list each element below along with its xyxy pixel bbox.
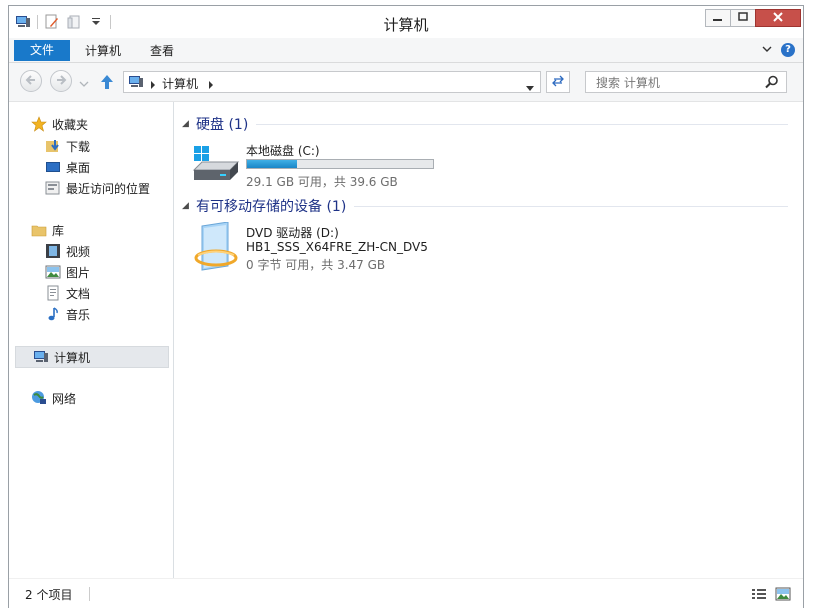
nav-libraries[interactable]: 库: [31, 220, 64, 240]
navigation-bar: 计算机: [9, 63, 803, 102]
drive-name: 本地磁盘 (C:): [246, 144, 320, 158]
window-title: 计算机: [383, 16, 429, 34]
drive-name: DVD 驱动器 (D:): [246, 226, 339, 240]
drive-detail: 29.1 GB 可用，共 39.6 GB: [246, 175, 398, 189]
tab-file[interactable]: 文件: [14, 40, 70, 61]
nav-item-label: 图片: [66, 265, 91, 280]
nav-item-documents[interactable]: 文档: [45, 283, 90, 303]
title-bar: 计算机: [9, 6, 803, 38]
expand-ribbon-icon[interactable]: [761, 43, 773, 57]
drive-item-d[interactable]: DVD 驱动器 (D:) HB1_SSS_X64FRE_ZH-CN_DV5 0 …: [192, 221, 452, 274]
recent-locations-icon[interactable]: [79, 77, 89, 91]
recent-places-icon: [45, 180, 61, 196]
nav-favorites[interactable]: 收藏夹: [31, 114, 88, 134]
search-box: [585, 71, 787, 93]
tab-computer[interactable]: 计算机: [75, 41, 131, 61]
network-icon: [31, 390, 47, 406]
address-dropdown-icon[interactable]: [526, 80, 534, 94]
address-bar[interactable]: 计算机: [123, 71, 541, 93]
dvd-drive-icon: [194, 221, 240, 279]
help-icon[interactable]: ?: [781, 43, 795, 57]
forward-button[interactable]: [50, 70, 72, 92]
group-header-removable-devices[interactable]: ◢ 有可移动存储的设备 (1): [182, 196, 788, 216]
navigation-pane: 收藏夹 下载 桌面 最近访问的位置 库 视频 图片 文档 音乐 计算机 网络: [9, 102, 174, 578]
window-controls: [705, 9, 801, 27]
up-arrow-icon[interactable]: [99, 73, 115, 94]
usage-bar-fill: [247, 160, 298, 168]
nav-item-recent-places[interactable]: 最近访问的位置: [45, 178, 150, 198]
refresh-button[interactable]: [546, 71, 570, 93]
nav-item-label: 音乐: [66, 307, 91, 322]
drive-item-c[interactable]: 本地磁盘 (C:) 29.1 GB 可用，共 39.6 GB: [192, 142, 442, 189]
nav-item-pictures[interactable]: 图片: [45, 262, 90, 282]
nav-item-label: 最近访问的位置: [66, 181, 151, 196]
picture-icon: [45, 264, 61, 280]
explorer-window: 计算机 文件 计算机 查看 ? 计算机 搜索 计算机 收藏夹 下载 桌面 最近访…: [8, 5, 804, 609]
item-count: 2 个项目: [25, 588, 73, 602]
computer-icon: [128, 74, 144, 93]
nav-item-downloads[interactable]: 下载: [45, 136, 90, 156]
drive-volume-label: HB1_SSS_X64FRE_ZH-CN_DV5: [246, 240, 428, 254]
group-header-hard-disks[interactable]: ◢ 硬盘 (1): [182, 114, 788, 134]
collapse-triangle-icon[interactable]: ◢: [182, 201, 196, 211]
document-icon: [45, 285, 61, 301]
nav-libraries-label: 库: [52, 223, 65, 238]
arrow-right-icon: [55, 74, 67, 89]
hard-drive-icon: [192, 144, 240, 187]
group-title: 硬盘 (1): [196, 117, 249, 133]
nav-network-label: 网络: [52, 391, 77, 406]
downloads-icon: [45, 138, 61, 154]
nav-item-label: 文档: [66, 286, 91, 301]
view-switcher: [751, 587, 791, 604]
refresh-icon: [551, 74, 565, 91]
usage-bar: [246, 159, 434, 169]
search-input[interactable]: [594, 74, 758, 92]
nav-item-label: 下载: [66, 139, 91, 154]
nav-item-label: 桌面: [66, 160, 91, 175]
close-icon: [772, 11, 784, 25]
desktop-icon: [45, 159, 61, 175]
minimize-icon: [713, 11, 723, 25]
search-icon[interactable]: [765, 75, 779, 92]
status-bar: 2 个项目: [9, 578, 803, 609]
breadcrumb-chevron-icon[interactable]: [150, 78, 156, 92]
collapse-triangle-icon[interactable]: ◢: [182, 119, 196, 129]
breadcrumb-computer[interactable]: 计算机: [162, 75, 198, 92]
ribbon-tabs: 文件 计算机 查看 ?: [9, 38, 803, 63]
minimize-button[interactable]: [705, 9, 731, 27]
arrow-left-icon: [25, 74, 37, 89]
group-divider: [354, 205, 788, 207]
large-icons-view-icon[interactable]: [775, 587, 791, 604]
restore-button[interactable]: [730, 9, 756, 27]
nav-computer[interactable]: 计算机: [15, 346, 169, 368]
music-icon: [45, 306, 61, 322]
close-button[interactable]: [755, 9, 801, 27]
group-title: 有可移动存储的设备 (1): [196, 199, 347, 215]
nav-favorites-label: 收藏夹: [52, 117, 89, 132]
nav-item-label: 视频: [66, 244, 91, 259]
nav-item-videos[interactable]: 视频: [45, 241, 90, 261]
breadcrumb-chevron-icon[interactable]: [208, 78, 214, 92]
back-button[interactable]: [20, 70, 42, 92]
video-icon: [45, 243, 61, 259]
restore-icon: [738, 11, 748, 25]
nav-network[interactable]: 网络: [31, 388, 76, 408]
file-list: ◢ 硬盘 (1) 本地磁盘 (C:) 29.1 GB 可用，共 39.6 GB: [174, 102, 803, 578]
nav-item-desktop[interactable]: 桌面: [45, 157, 90, 177]
tab-view[interactable]: 查看: [137, 41, 187, 61]
details-view-icon[interactable]: [751, 587, 767, 604]
folder-icon: [31, 222, 47, 238]
group-divider: [256, 123, 788, 125]
status-separator: [89, 587, 90, 601]
computer-icon: [33, 349, 49, 365]
star-icon: [31, 116, 47, 132]
drive-detail: 0 字节 可用，共 3.47 GB: [246, 258, 386, 272]
ribbon-right-controls: ?: [761, 43, 795, 57]
nav-item-music[interactable]: 音乐: [45, 304, 90, 324]
nav-computer-label: 计算机: [54, 350, 91, 365]
